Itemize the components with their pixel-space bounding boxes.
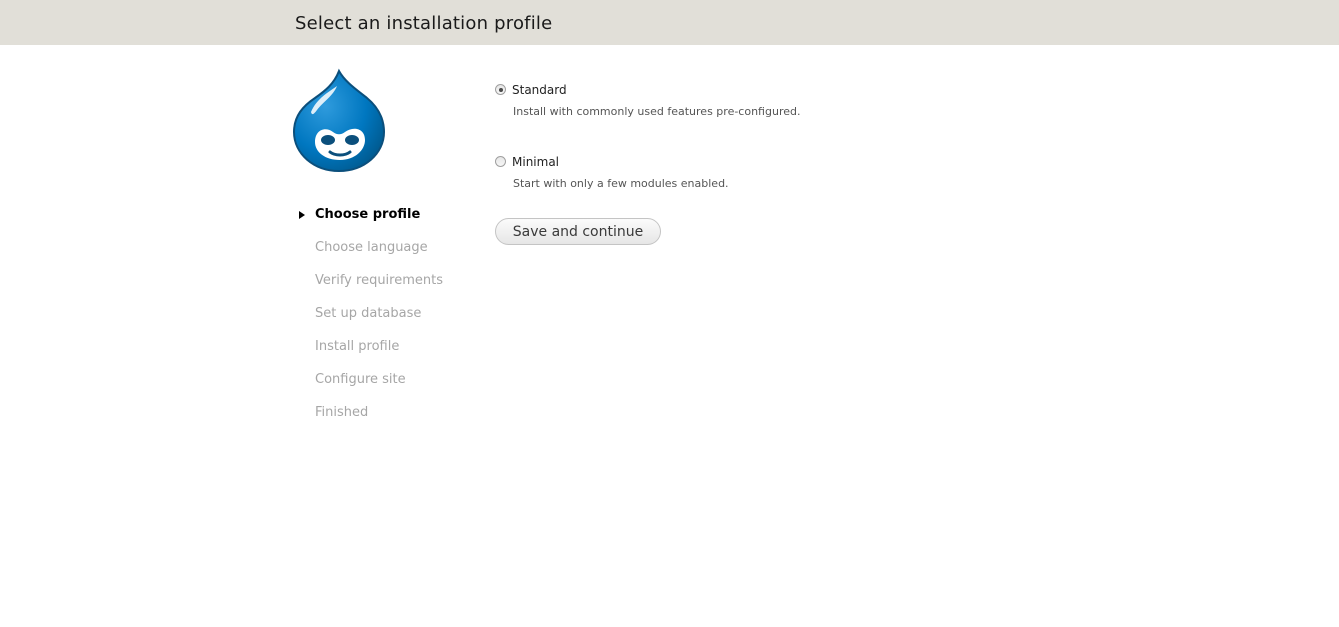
minimal-label[interactable]: Minimal	[512, 154, 559, 170]
current-step-arrow-icon	[299, 211, 305, 219]
save-and-continue-button[interactable]: Save and continue	[495, 218, 661, 245]
install-steps-list: Choose profile Choose language Verify re…	[299, 206, 443, 437]
step-label: Choose language	[315, 240, 428, 255]
page-title: Select an installation profile	[295, 13, 553, 34]
step-choose-language: Choose language	[299, 239, 443, 272]
drupal-logo-icon	[292, 68, 386, 174]
step-label: Choose profile	[315, 207, 421, 222]
step-label: Finished	[315, 405, 369, 420]
step-choose-profile: Choose profile	[299, 206, 443, 239]
step-set-up-database: Set up database	[299, 305, 443, 338]
step-configure-site: Configure site	[299, 371, 443, 404]
step-install-profile: Install profile	[299, 338, 443, 371]
step-finished: Finished	[299, 404, 443, 437]
header-bar: Select an installation profile	[0, 0, 1339, 45]
standard-description: Install with commonly used features pre-…	[513, 105, 801, 118]
step-label: Configure site	[315, 372, 406, 387]
minimal-description: Start with only a few modules enabled.	[513, 177, 729, 190]
minimal-radio[interactable]	[495, 156, 506, 167]
standard-radio[interactable]	[495, 84, 506, 95]
standard-label[interactable]: Standard	[512, 82, 567, 98]
step-label: Verify requirements	[315, 273, 444, 288]
step-label: Set up database	[315, 306, 422, 321]
step-verify-requirements: Verify requirements	[299, 272, 443, 305]
step-label: Install profile	[315, 339, 400, 354]
